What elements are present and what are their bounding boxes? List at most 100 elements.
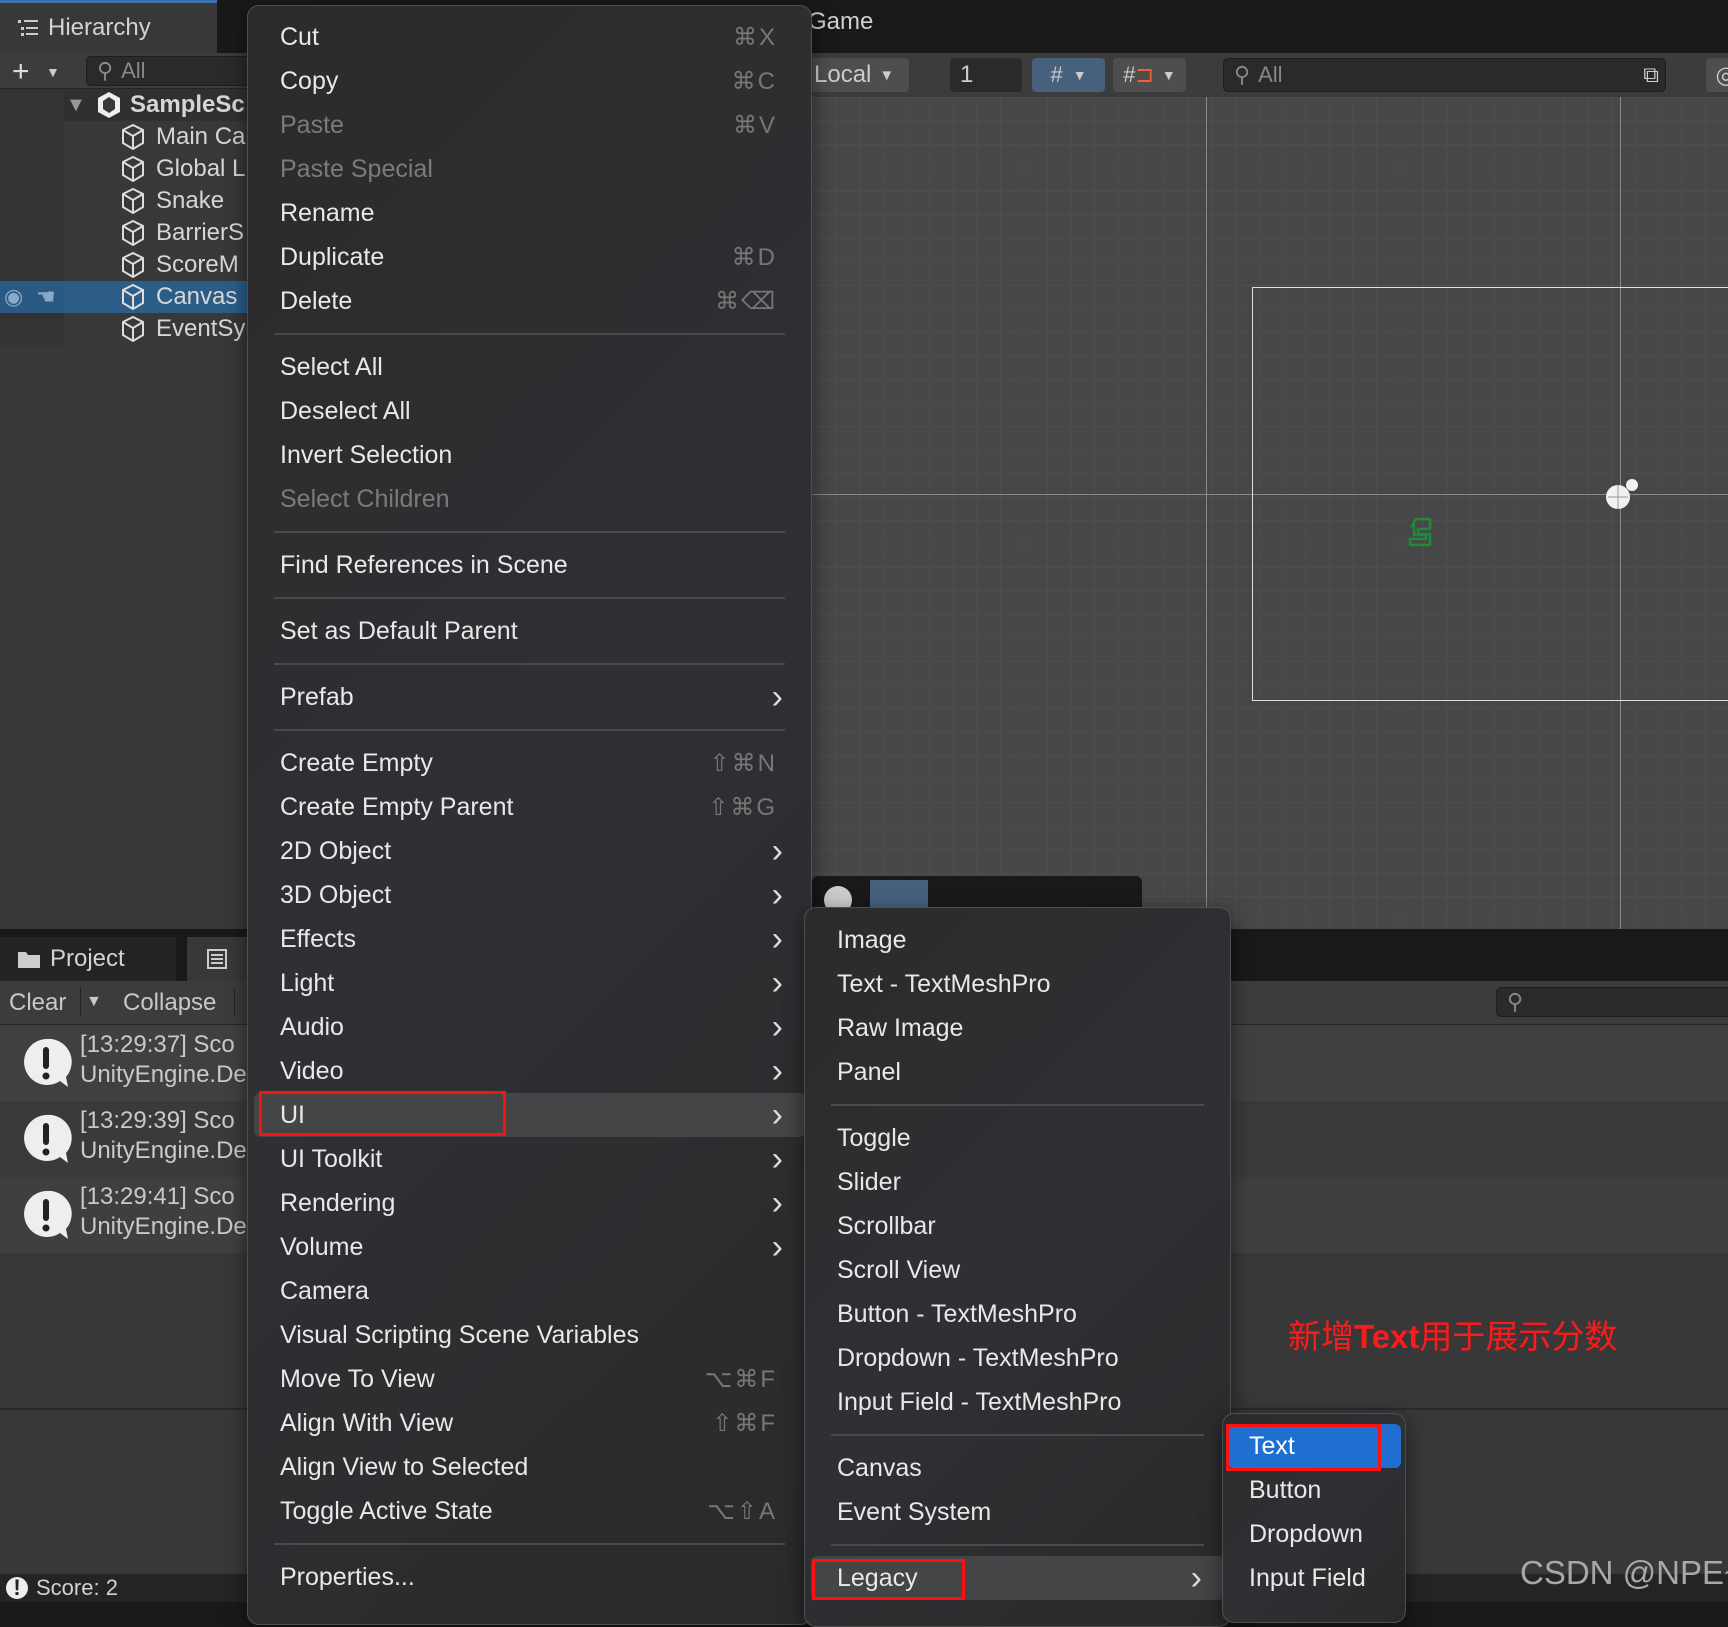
menu-item-invert-selection[interactable]: Invert Selection <box>254 433 805 477</box>
menu-item-dropdown-textmeshpro[interactable]: Dropdown - TextMeshPro <box>811 1336 1224 1380</box>
menu-item-ui-toolkit[interactable]: UI Toolkit › <box>254 1137 805 1181</box>
clear-button[interactable]: Clear <box>9 989 66 1017</box>
visibility-eye-icon[interactable]: ◉ <box>4 284 23 310</box>
add-button[interactable]: + <box>12 55 30 89</box>
menu-item-button-textmeshpro[interactable]: Button - TextMeshPro <box>811 1292 1224 1336</box>
clear-options-dropdown[interactable]: ▼ <box>86 993 102 1011</box>
scene-view[interactable] <box>812 97 1728 929</box>
menu-item-text-textmeshpro[interactable]: Text - TextMeshPro <box>811 962 1224 1006</box>
menu-item-set-as-default-parent[interactable]: Set as Default Parent <box>254 609 805 653</box>
menu-item-create-empty-parent[interactable]: Create Empty Parent ⇧⌘G <box>254 785 805 829</box>
tab-label: Project <box>50 945 125 972</box>
item-label: Snake <box>156 187 225 214</box>
menu-item-3d-object[interactable]: 3D Object › <box>254 873 805 917</box>
menu-item-delete[interactable]: Delete ⌘⌫ <box>254 279 805 323</box>
menu-item-label: Create Empty Parent <box>280 792 514 821</box>
menu-item-visual-scripting-scene-variables[interactable]: Visual Scripting Scene Variables <box>254 1313 805 1357</box>
pivot-dropdown[interactable]: Local ▼ <box>810 58 909 92</box>
tab-console[interactable] <box>187 937 247 981</box>
menu-item-label: Input Field - TextMeshPro <box>837 1387 1122 1416</box>
menu-item-rename[interactable]: Rename <box>254 191 805 235</box>
menu-item-audio[interactable]: Audio › <box>254 1005 805 1049</box>
grid-snap-button[interactable]: # ▼ <box>1032 58 1105 92</box>
menu-item-cut[interactable]: Cut ⌘X <box>254 15 805 59</box>
pickable-hand-icon[interactable]: ☚ <box>36 284 56 310</box>
menu-item-label: Rendering <box>280 1188 396 1217</box>
tab-game[interactable]: Game <box>808 8 873 36</box>
menu-item-toggle[interactable]: Toggle <box>811 1116 1224 1160</box>
item-label: Canvas <box>156 283 238 310</box>
menu-item-align-with-view[interactable]: Align With View ⇧⌘F <box>254 1401 805 1445</box>
menu-item-deselect-all[interactable]: Deselect All <box>254 389 805 433</box>
menu-item-light[interactable]: Light › <box>254 961 805 1005</box>
menu-item-scroll-view[interactable]: Scroll View <box>811 1248 1224 1292</box>
highlight-box-ui <box>259 1091 506 1136</box>
menu-item-label: Invert Selection <box>280 440 453 469</box>
menu-item-label: Video <box>280 1056 344 1085</box>
shortcut-label: ⇧⌘N <box>709 749 777 777</box>
menu-item-2d-object[interactable]: 2D Object › <box>254 829 805 873</box>
menu-item-camera[interactable]: Camera <box>254 1269 805 1313</box>
snap-increment-button[interactable]: #⊐ ▼ <box>1113 58 1186 92</box>
menu-item-effects[interactable]: Effects › <box>254 917 805 961</box>
menu-item-find-references-in-scene[interactable]: Find References in Scene <box>254 543 805 587</box>
gizmo-button[interactable]: ◎ <box>1706 58 1728 92</box>
menu-item-create-empty[interactable]: Create Empty ⇧⌘N <box>254 741 805 785</box>
menu-item-copy[interactable]: Copy ⌘C <box>254 59 805 103</box>
tab-hierarchy[interactable]: Hierarchy <box>0 0 217 53</box>
collapse-button[interactable]: Collapse <box>123 989 216 1017</box>
menu-item-label: Scrollbar <box>837 1211 936 1240</box>
chevron-down-icon[interactable]: ▼ <box>46 64 60 80</box>
menu-item-duplicate[interactable]: Duplicate ⌘D <box>254 235 805 279</box>
menu-item-rendering[interactable]: Rendering › <box>254 1181 805 1225</box>
row-gutter <box>0 313 64 345</box>
magnet-grid-icon: #⊐ <box>1123 62 1154 87</box>
menu-item-button[interactable]: Button <box>1227 1468 1401 1512</box>
menu-item-label: Find References in Scene <box>280 550 568 579</box>
menu-item-select-all[interactable]: Select All <box>254 345 805 389</box>
menu-item-prefab[interactable]: Prefab › <box>254 675 805 719</box>
menu-item-volume[interactable]: Volume › <box>254 1225 805 1269</box>
entry-line-1: [13:29:37] Sco <box>80 1031 235 1058</box>
menu-item-label: Toggle <box>837 1123 911 1152</box>
menu-item-dropdown[interactable]: Dropdown <box>1227 1512 1401 1556</box>
row-gutter <box>0 217 64 249</box>
folder-icon <box>18 952 40 968</box>
menu-item-panel[interactable]: Panel <box>811 1050 1224 1094</box>
canvas-bounds <box>1252 287 1728 701</box>
expand-icon[interactable]: ⧉ <box>1643 62 1659 88</box>
shortcut-label: ⌘V <box>732 111 777 139</box>
console-search-input[interactable]: ⚲ <box>1496 987 1728 1017</box>
menu-item-input-field-textmeshpro[interactable]: Input Field - TextMeshPro <box>811 1380 1224 1424</box>
menu-item-slider[interactable]: Slider <box>811 1160 1224 1204</box>
menu-item-label: Set as Default Parent <box>280 616 518 645</box>
menu-item-properties[interactable]: Properties... <box>254 1555 805 1599</box>
expand-triangle-icon[interactable]: ▼ <box>66 94 86 117</box>
menu-item-select-children[interactable]: Select Children <box>254 477 805 521</box>
tab-project[interactable]: Project <box>0 937 176 981</box>
pivot-label: Local <box>814 61 872 88</box>
menu-item-event-system[interactable]: Event System <box>811 1490 1224 1534</box>
menu-item-paste-special[interactable]: Paste Special <box>254 147 805 191</box>
menu-item-label: Toggle Active State <box>280 1496 493 1525</box>
menu-item-paste[interactable]: Paste ⌘V <box>254 103 805 147</box>
search-icon: ⚲ <box>1507 989 1524 1014</box>
menu-item-label: Input Field <box>1249 1563 1366 1592</box>
menu-item-video[interactable]: Video › <box>254 1049 805 1093</box>
menu-item-align-view-to-selected[interactable]: Align View to Selected <box>254 1445 805 1489</box>
chevron-down-icon: ▼ <box>1161 67 1176 83</box>
menu-item-label: Properties... <box>280 1562 415 1591</box>
menu-item-canvas[interactable]: Canvas <box>811 1446 1224 1490</box>
menu-item-input-field[interactable]: Input Field <box>1227 1556 1401 1600</box>
snake-icon[interactable] <box>1408 517 1434 547</box>
grid-size-input[interactable]: 1 <box>950 58 1022 92</box>
menu-item-image[interactable]: Image <box>811 918 1224 962</box>
camera-gizmo-icon[interactable] <box>1604 477 1640 513</box>
scene-search-input[interactable]: ⚲ All ⧉ <box>1223 58 1666 92</box>
menu-item-scrollbar[interactable]: Scrollbar <box>811 1204 1224 1248</box>
menu-item-move-to-view[interactable]: Move To View ⌥⌘F <box>254 1357 805 1401</box>
menu-item-raw-image[interactable]: Raw Image <box>811 1006 1224 1050</box>
shortcut-label: ⇧⌘G <box>708 793 777 821</box>
menu-item-toggle-active-state[interactable]: Toggle Active State ⌥⇧A <box>254 1489 805 1533</box>
menu-item-label: Prefab <box>280 682 354 711</box>
